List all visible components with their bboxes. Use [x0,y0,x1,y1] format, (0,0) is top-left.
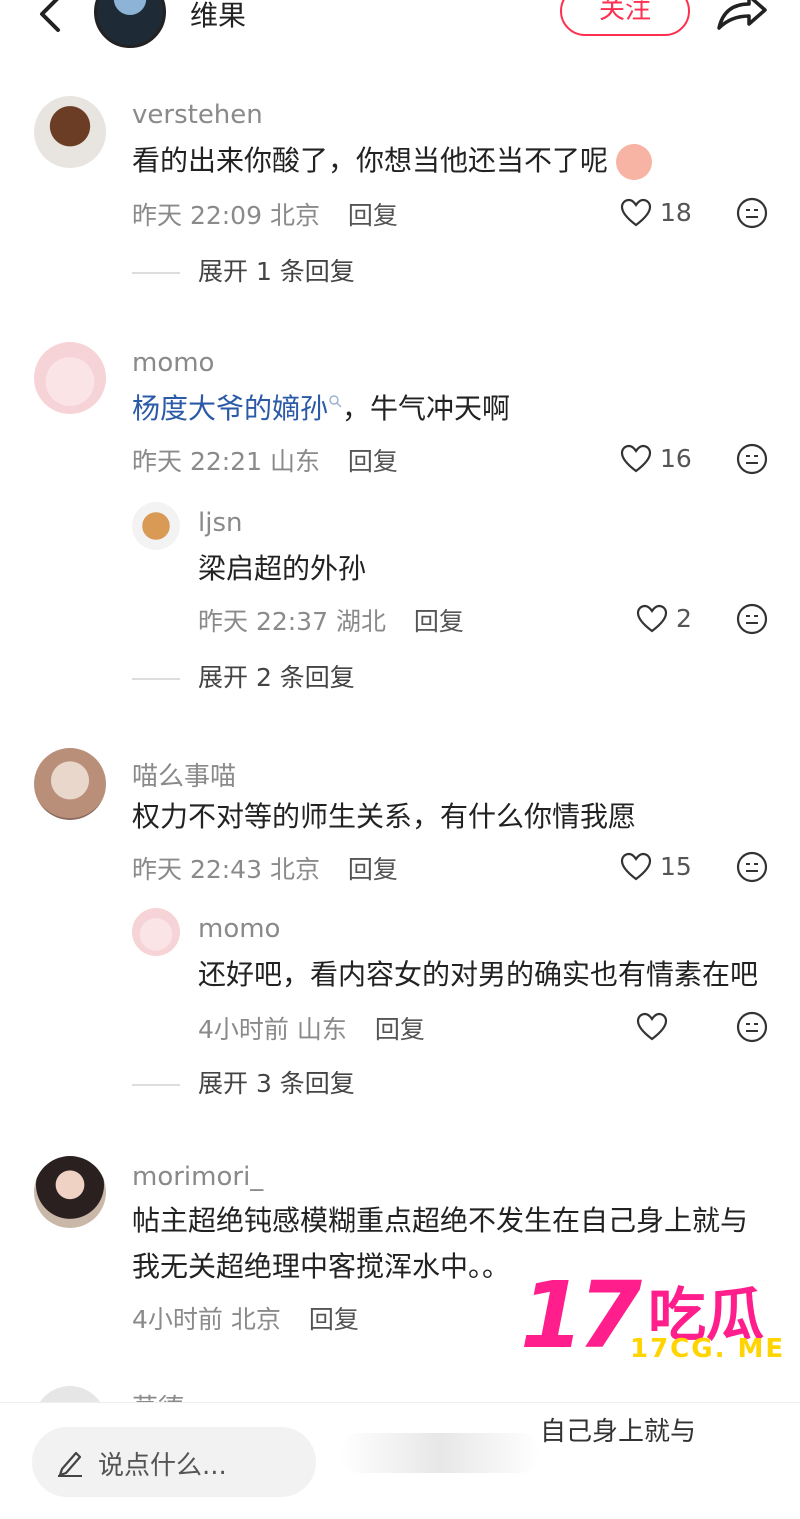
emoji-reaction-icon[interactable] [736,197,768,229]
avatar[interactable] [34,1156,106,1228]
like-button[interactable]: 15 [620,848,710,888]
comment-location: 山东 [269,447,320,476]
avatar[interactable] [34,342,106,414]
commenter-name[interactable]: ljsn [198,508,242,538]
like-count: 16 [660,444,692,473]
expand-label: 展开 1 条回复 [198,257,355,286]
like-count: 18 [660,198,692,227]
divider [132,1084,180,1086]
comment-time: 昨天 22:43 [132,855,262,884]
comment-text-line1: 帖主超绝钝感模糊重点超绝不发生在自己身上就与 [132,1204,749,1237]
watermark-logo: 17 吃瓜 17CG. ME [520,1262,790,1372]
comment-time: 昨天 22:21 [132,447,262,476]
comment-meta: 昨天 22:09 北京 回复 [132,196,398,232]
comment-text: 杨度大爷的嫡孙 ，牛气冲天啊 [132,390,510,428]
emoji-reaction-icon[interactable] [736,851,768,883]
comment-text-line2: 我无关超绝理中客搅浑水中。。 [132,1250,511,1283]
overlay-text: 自己身上就与 [540,1417,697,1447]
expand-label: 展开 2 条回复 [198,663,355,692]
reply-text: 梁启超的外孙 [198,552,367,585]
avatar[interactable] [132,502,180,550]
heart-icon [636,1012,668,1041]
emoji-reaction-icon[interactable] [736,443,768,475]
pen-icon [58,1451,82,1477]
comment-text: 看的出来你酸了，你想当他还当不了呢 [132,144,609,177]
search-icon [329,395,342,408]
top-bar: 维果 关注 [0,0,800,48]
heart-icon [620,852,652,881]
comment-location: 湖北 [335,607,386,636]
comment-meta: 昨天 22:21 山东 回复 [132,442,398,478]
comment-meta: 4小时前 北京 回复 [132,1300,359,1336]
reply-text: 还好吧，看内容女的对男的确实也有情素在吧 [198,958,759,991]
expand-replies[interactable]: 展开 2 条回复 [132,658,355,694]
divider [132,272,180,274]
comment-time: 4小时前 [132,1305,223,1334]
reply-button[interactable]: 回复 [348,201,398,230]
expand-label: 展开 3 条回复 [198,1069,355,1098]
comment-location: 山东 [296,1015,347,1044]
author-avatar[interactable] [94,0,166,48]
divider [132,678,180,680]
comment-meta: 4小时前 山东 回复 [198,1010,425,1046]
heart-icon [620,198,652,227]
commenter-name[interactable]: momo [132,348,214,378]
comment-meta: 昨天 22:43 北京 回复 [132,850,398,886]
commenter-name[interactable]: 喵么事喵 [132,756,236,793]
comment-input[interactable]: 说点什么... [32,1427,316,1497]
back-arrow-icon[interactable] [34,0,68,34]
comment-time: 昨天 22:37 [198,607,328,636]
author-name[interactable]: 维果 [190,0,246,34]
expand-replies[interactable]: 展开 3 条回复 [132,1064,355,1100]
emoji-reaction-icon[interactable] [736,1011,768,1043]
like-button[interactable]: 18 [620,194,710,234]
share-icon[interactable] [715,0,767,32]
commenter-name[interactable]: momo [198,914,280,944]
comment-time: 昨天 22:09 [132,201,262,230]
watermark-url: 17CG. ME [630,1334,786,1364]
like-count: 15 [660,852,692,881]
commenter-name[interactable]: morimori_ [132,1162,263,1192]
search-link[interactable]: 杨度大爷的嫡孙 [132,392,328,425]
reply-button[interactable]: 回复 [348,447,398,476]
reply-button[interactable]: 回复 [309,1305,359,1334]
comment-placeholder: 说点什么... [98,1451,227,1481]
peach-emoji-icon [616,144,652,180]
comment-location: 北京 [269,201,320,230]
reply-button[interactable]: 回复 [414,607,464,636]
heart-icon [620,444,652,473]
like-button[interactable]: 2 [636,600,726,640]
comment-text: 权力不对等的师生关系，有什么你情我愿 [132,800,637,833]
follow-button[interactable]: 关注 [560,0,690,36]
comment-time: 4小时前 [198,1015,289,1044]
comment-location: 北京 [269,855,320,884]
avatar[interactable] [132,908,180,956]
commenter-name[interactable]: verstehen [132,100,263,130]
bottom-bar: 说点什么... 自己身上就与 [0,1402,800,1519]
avatar[interactable] [34,96,106,168]
emoji-reaction-icon[interactable] [736,603,768,635]
watermark-number: 17 [520,1262,642,1369]
like-button[interactable] [636,1008,726,1048]
avatar[interactable] [34,748,106,820]
comment-text-rest: ，牛气冲天啊 [342,392,511,425]
blurred-area [340,1433,540,1473]
like-button[interactable]: 16 [620,440,710,480]
comment-meta: 昨天 22:37 湖北 回复 [198,602,464,638]
reply-button[interactable]: 回复 [348,855,398,884]
comment-location: 北京 [230,1305,281,1334]
heart-icon [636,604,668,633]
reply-button[interactable]: 回复 [375,1015,425,1044]
like-count: 2 [676,604,692,633]
expand-replies[interactable]: 展开 1 条回复 [132,252,355,288]
